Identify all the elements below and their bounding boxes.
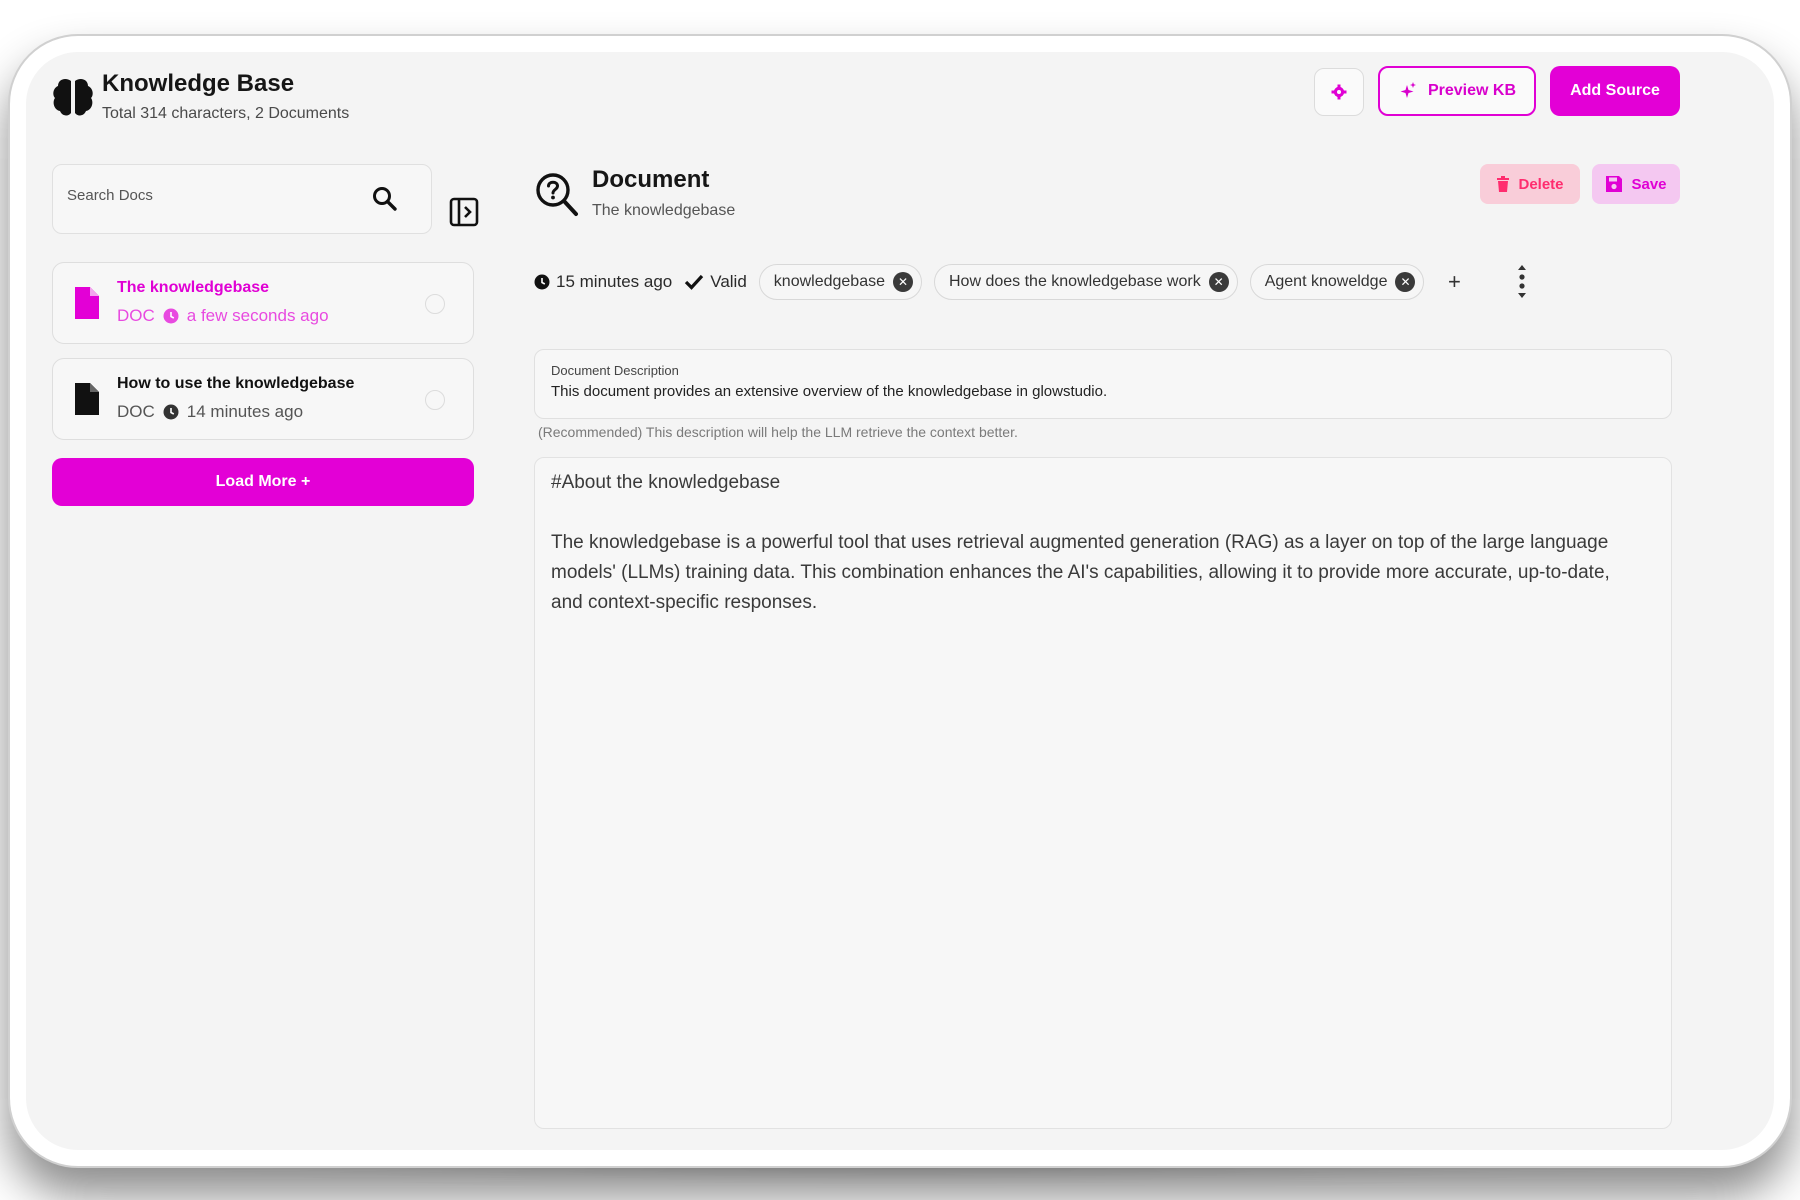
brain-icon: [53, 78, 93, 116]
file-icon: [75, 383, 99, 415]
content-heading: #About the knowledgebase: [551, 472, 781, 493]
gear-icon: [1331, 84, 1347, 100]
add-tag-icon[interactable]: +: [1442, 269, 1466, 295]
description-field[interactable]: Document Description This document provi…: [534, 349, 1672, 419]
validity-status: Valid: [684, 272, 747, 292]
sidebar-toggle-icon[interactable]: [448, 196, 480, 228]
search-input[interactable]: [67, 187, 367, 204]
document-meta: DOC 14 minutes ago: [117, 402, 303, 422]
close-circle-icon[interactable]: ✕: [893, 272, 913, 292]
preview-kb-button[interactable]: Preview KB: [1378, 66, 1536, 116]
close-circle-icon[interactable]: ✕: [1208, 272, 1229, 292]
document-list-item[interactable]: How to use the knowledgebase DOC 14 minu…: [52, 358, 474, 440]
document-time: a few seconds ago: [186, 306, 329, 325]
save-label: Save: [1631, 175, 1667, 193]
trash-icon: [1497, 176, 1510, 192]
clock-icon: [163, 404, 179, 420]
file-icon: [75, 287, 99, 319]
check-icon: [685, 274, 704, 290]
tag-chip[interactable]: How does the knowledgebase work ✕: [934, 264, 1238, 300]
tag-chip[interactable]: knowledgebase ✕: [758, 264, 922, 300]
page-title: Knowledge Base: [102, 70, 295, 97]
document-meta-row: 15 minutes ago Valid knowledgebase ✕ How…: [534, 262, 1466, 302]
document-type: DOC: [117, 306, 155, 325]
document-list-item[interactable]: The knowledgebase DOC a few seconds ago: [52, 262, 474, 344]
search-box: [52, 164, 432, 234]
document-meta: DOC a few seconds ago: [117, 306, 329, 326]
tag-label: knowledgebase: [773, 273, 885, 290]
clock-icon: [534, 274, 550, 290]
document-type: DOC: [117, 402, 155, 421]
content-editor[interactable]: #About the knowledgebase The knowledgeba…: [534, 457, 1672, 1129]
description-input[interactable]: This document provides an extensive over…: [551, 383, 1107, 400]
document-header-subtitle: The knowledgebase: [592, 202, 736, 219]
document-select-radio[interactable]: [425, 294, 445, 314]
description-hint: (Recommended) This description will help…: [538, 424, 1018, 440]
updated-time: 15 minutes ago: [534, 272, 672, 292]
tag-label: How does the knowledgebase work: [949, 273, 1201, 290]
delete-button[interactable]: Delete: [1480, 164, 1580, 204]
vertical-dots-icon[interactable]: [1510, 263, 1534, 301]
app-window: Knowledge Base Total 314 characters, 2 D…: [26, 52, 1774, 1148]
page-subtitle: Total 314 characters, 2 Documents: [102, 105, 350, 122]
load-more-button[interactable]: Load More +: [52, 458, 474, 506]
settings-button[interactable]: [1314, 68, 1364, 116]
delete-label: Delete: [1518, 175, 1564, 193]
content-body: The knowledgebase is a powerful tool tha…: [551, 532, 1610, 613]
validity-status-text: Valid: [710, 272, 747, 291]
save-button[interactable]: Save: [1592, 164, 1680, 204]
description-label: Document Description: [551, 363, 679, 378]
document-title: The knowledgebase: [117, 279, 270, 296]
tag-chip[interactable]: Agent knoweldge ✕: [1249, 264, 1425, 300]
tag-label: Agent knoweldge: [1264, 273, 1388, 290]
floppy-disk-icon: [1606, 176, 1623, 192]
preview-kb-label: Preview KB: [1427, 82, 1517, 99]
search-question-icon: [536, 173, 578, 216]
document-header-title: Document: [592, 166, 710, 193]
document-time: 14 minutes ago: [186, 402, 304, 421]
clock-icon: [163, 308, 179, 324]
updated-time-text: 15 minutes ago: [556, 272, 673, 291]
close-circle-icon[interactable]: ✕: [1395, 272, 1416, 292]
add-source-button[interactable]: Add Source: [1550, 66, 1680, 116]
document-select-radio[interactable]: [425, 390, 445, 410]
document-title: How to use the knowledgebase: [117, 375, 355, 392]
sparkle-icon: [1400, 82, 1416, 98]
search-icon[interactable]: [371, 185, 399, 213]
